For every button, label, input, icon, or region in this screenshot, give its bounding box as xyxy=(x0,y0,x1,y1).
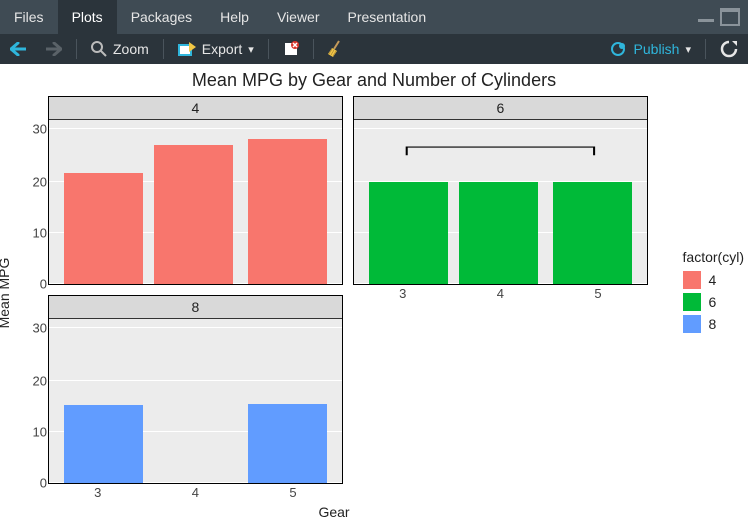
legend-item-6: 6 xyxy=(683,293,744,311)
pane-tabs: Files Plots Packages Help Viewer Present… xyxy=(0,0,748,34)
plot-title: Mean MPG by Gear and Number of Cylinders xyxy=(0,64,748,96)
remove-icon xyxy=(283,41,299,57)
y-ticks: 0 10 20 30 xyxy=(19,318,47,483)
tab-presentation[interactable]: Presentation xyxy=(334,0,441,34)
tab-viewer[interactable]: Viewer xyxy=(263,0,334,34)
zoom-button[interactable]: Zoom xyxy=(81,34,159,64)
facet-cyl-6: 6 3 4 5 xyxy=(353,96,648,285)
facet-strip: 6 xyxy=(354,97,647,120)
chevron-down-icon: ▾ xyxy=(685,43,691,56)
remove-plot-button[interactable] xyxy=(273,34,309,64)
facet-grid: 0 10 20 30 4 6 xyxy=(48,96,658,494)
publish-icon xyxy=(610,41,628,57)
facet-panel xyxy=(49,318,342,483)
prev-plot-button[interactable] xyxy=(0,34,36,64)
chevron-down-icon: ▾ xyxy=(248,43,254,56)
facet-strip: 8 xyxy=(49,296,342,319)
export-icon xyxy=(178,42,196,56)
tab-packages[interactable]: Packages xyxy=(117,0,206,34)
zoom-label: Zoom xyxy=(113,41,149,57)
arrow-left-icon xyxy=(10,42,26,56)
next-plot-button[interactable] xyxy=(36,34,72,64)
bar-cyl8-gear5 xyxy=(248,404,327,483)
facet-panel xyxy=(49,119,342,284)
arrow-right-icon xyxy=(46,42,62,56)
facet-panel xyxy=(354,119,647,284)
bar-cyl4-gear4 xyxy=(154,145,233,284)
bracket-annotation xyxy=(354,119,647,284)
maximize-pane-button[interactable] xyxy=(720,8,740,26)
broom-icon xyxy=(328,40,344,58)
legend-item-8: 8 xyxy=(683,315,744,333)
publish-button[interactable]: Publish ▾ xyxy=(600,41,701,57)
y-axis-label: Mean MPG xyxy=(0,258,12,329)
legend-title: factor(cyl) xyxy=(683,249,744,265)
facet-strip: 4 xyxy=(49,97,342,120)
legend-swatch xyxy=(683,293,701,311)
refresh-icon xyxy=(720,40,738,58)
plot-area: Mean MPG by Gear and Number of Cylinders… xyxy=(0,64,748,522)
clear-plots-button[interactable] xyxy=(318,34,354,64)
rstudio-plot-pane: Files Plots Packages Help Viewer Present… xyxy=(0,0,748,522)
tab-files[interactable]: Files xyxy=(0,0,58,34)
facet-cyl-8: 0 10 20 30 8 3 4 5 xyxy=(48,295,343,484)
window-buttons xyxy=(698,8,748,26)
refresh-button[interactable] xyxy=(710,34,748,64)
x-ticks: 3 4 5 xyxy=(49,485,342,503)
legend-item-4: 4 xyxy=(683,271,744,289)
minimize-pane-button[interactable] xyxy=(698,13,714,22)
bar-cyl8-gear3 xyxy=(64,405,143,483)
legend-swatch xyxy=(683,315,701,333)
legend-swatch xyxy=(683,271,701,289)
x-ticks: 3 4 5 xyxy=(354,286,647,304)
tab-help[interactable]: Help xyxy=(206,0,263,34)
facet-cyl-4: 0 10 20 30 4 xyxy=(48,96,343,285)
export-label: Export xyxy=(202,41,242,57)
bar-cyl4-gear5 xyxy=(248,139,327,284)
y-ticks: 0 10 20 30 xyxy=(19,119,47,284)
zoom-icon xyxy=(91,41,107,57)
export-button[interactable]: Export ▾ xyxy=(168,34,264,64)
bar-cyl4-gear3 xyxy=(64,173,143,284)
tab-plots[interactable]: Plots xyxy=(58,0,117,34)
x-axis-label: Gear xyxy=(0,504,668,520)
plot-toolbar: Zoom Export ▾ Publish ▾ xyxy=(0,34,748,64)
legend: factor(cyl) 4 6 8 xyxy=(683,249,744,337)
publish-label: Publish xyxy=(634,41,680,57)
